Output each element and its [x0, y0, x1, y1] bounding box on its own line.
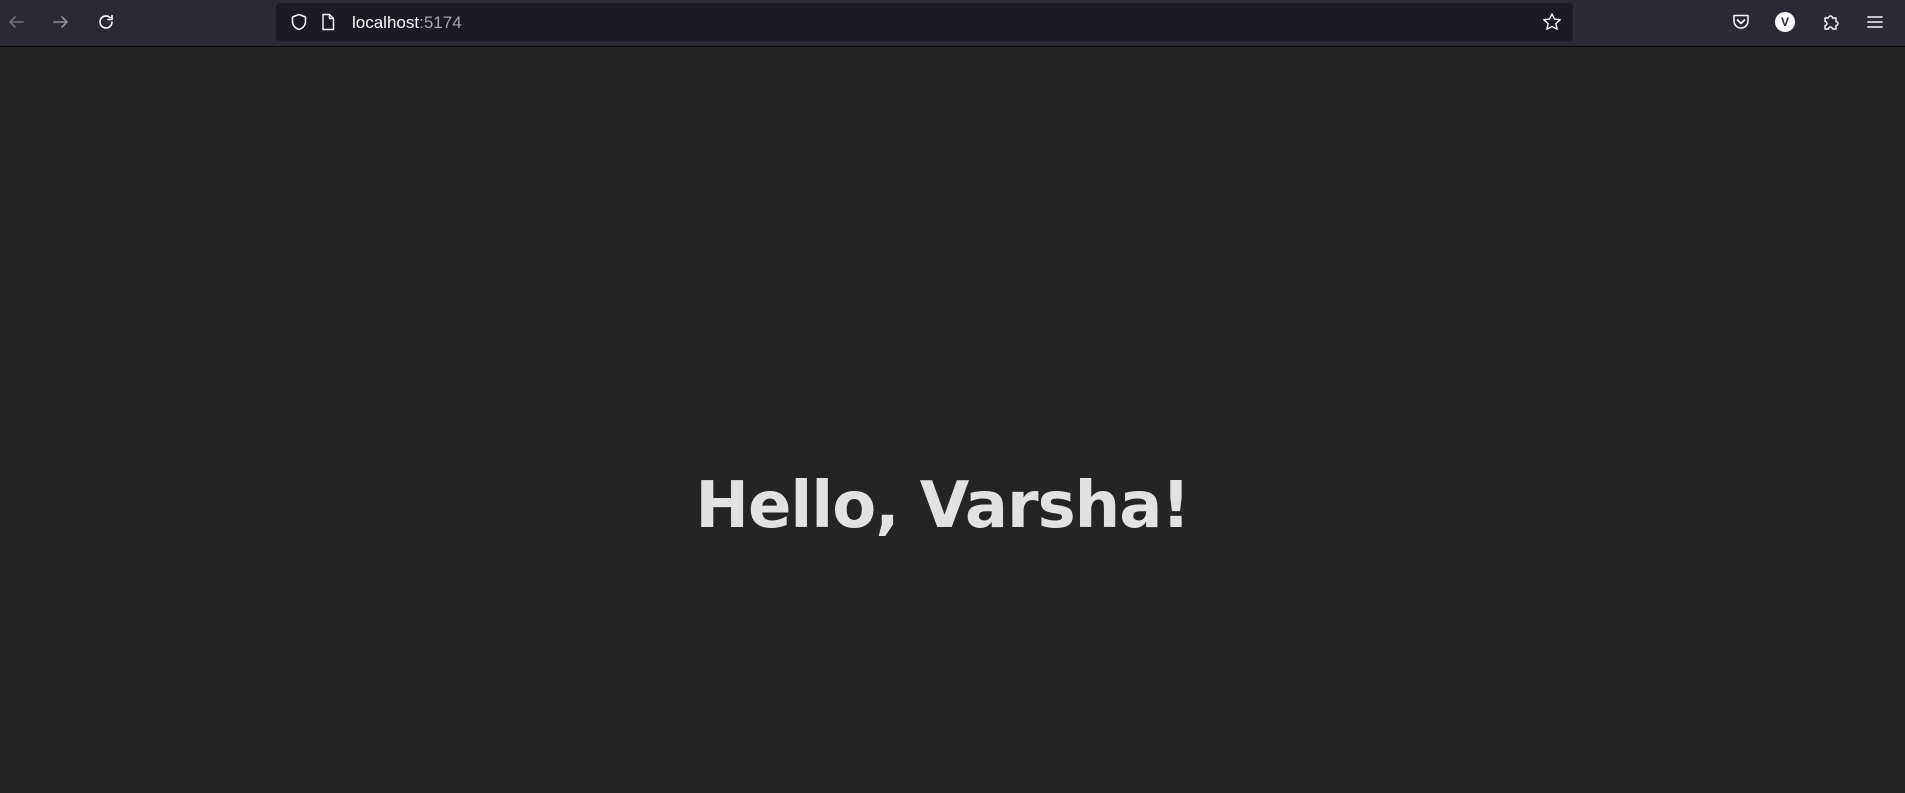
url-port: :5174: [419, 13, 462, 32]
arrow-right-icon: [53, 16, 68, 28]
shield-icon: [291, 13, 307, 31]
puzzle-icon: [1824, 15, 1839, 30]
address-bar[interactable]: localhost:5174: [276, 3, 1573, 41]
hamburger-menu-icon: [1867, 16, 1883, 28]
url-text[interactable]: localhost:5174: [352, 13, 462, 33]
tracking-protection-button[interactable]: [283, 6, 315, 38]
pocket-icon: [1733, 14, 1749, 29]
account-avatar: V: [1775, 12, 1795, 32]
page-icon: [322, 13, 335, 31]
reload-button[interactable]: [90, 6, 122, 38]
star-icon: [1543, 13, 1561, 30]
forward-button[interactable]: [45, 6, 77, 38]
browser-toolbar: localhost:5174 V: [0, 0, 1905, 47]
back-button[interactable]: [0, 6, 32, 38]
pocket-button[interactable]: [1725, 6, 1757, 38]
account-button[interactable]: V: [1769, 6, 1801, 38]
greeting-heading: Hello, Varsha!: [695, 469, 1190, 543]
page-info-button[interactable]: [312, 6, 344, 38]
reload-icon: [99, 14, 113, 29]
extensions-button[interactable]: [1815, 6, 1847, 38]
arrow-left-icon: [9, 16, 24, 28]
page-content: Hello, Varsha!: [0, 48, 1905, 793]
menu-button[interactable]: [1859, 6, 1891, 38]
bookmark-button[interactable]: [1536, 6, 1568, 38]
url-host: localhost: [352, 13, 420, 32]
